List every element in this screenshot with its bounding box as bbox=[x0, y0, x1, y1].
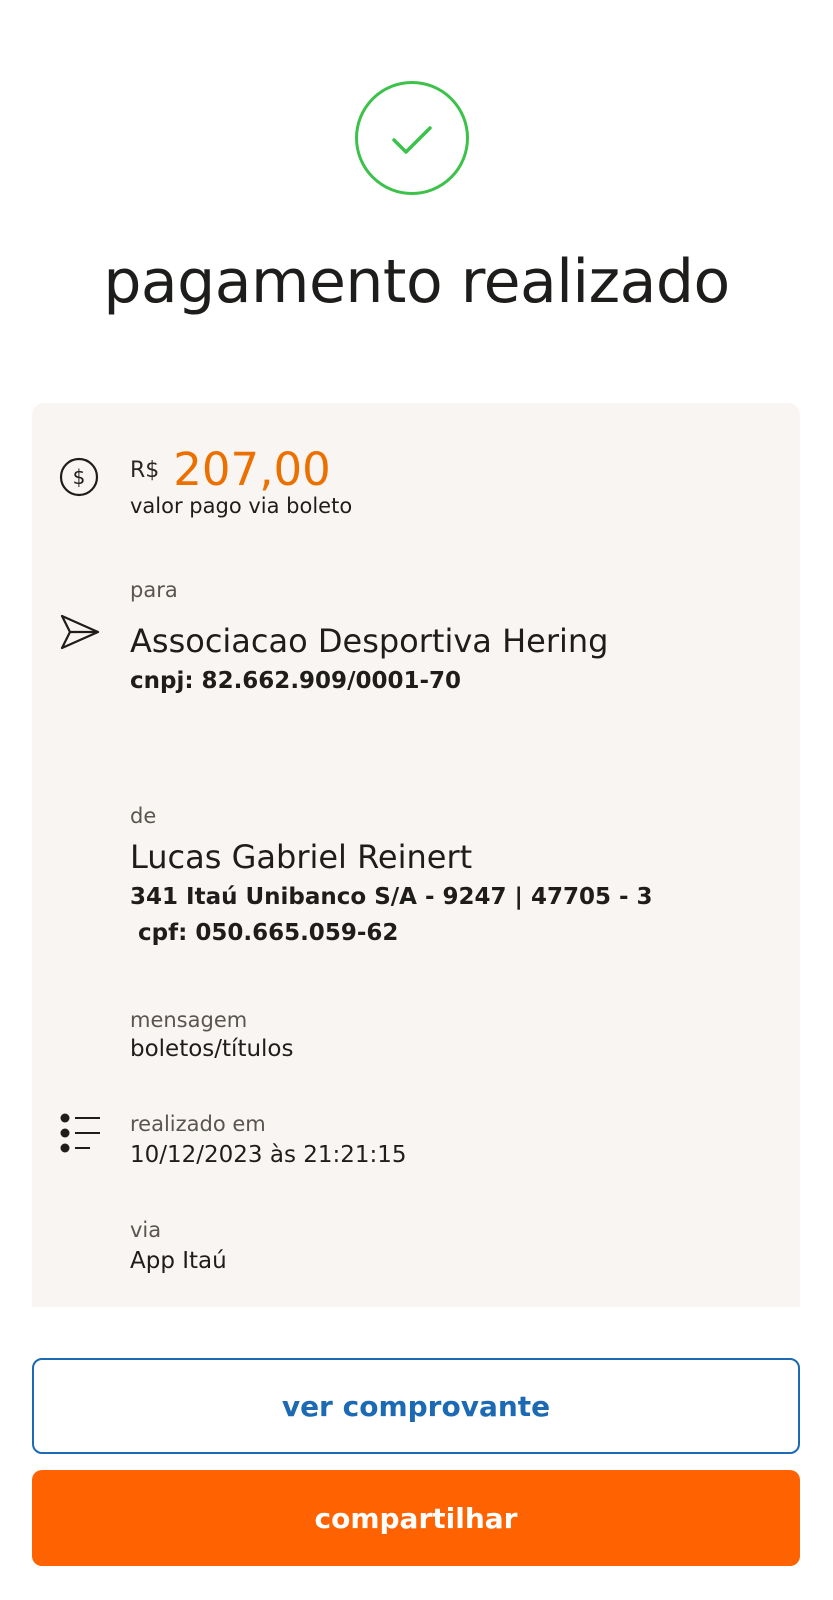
channel-value: App Itaú bbox=[130, 1248, 227, 1274]
payer-label: de bbox=[130, 804, 157, 828]
amount-value: 207,00 bbox=[173, 443, 331, 496]
share-button[interactable]: compartilhar bbox=[32, 1470, 800, 1566]
payment-amount: R$ 207,00 bbox=[130, 444, 331, 496]
check-icon bbox=[392, 126, 432, 154]
list-icon bbox=[60, 1113, 100, 1153]
send-icon bbox=[60, 614, 100, 650]
payer-name: Lucas Gabriel Reinert bbox=[130, 838, 473, 876]
payer-bank-info: 341 Itaú Unibanco S/A - 9247 | 47705 - 3 bbox=[130, 884, 653, 910]
success-check-icon bbox=[355, 81, 469, 195]
date-label: realizado em bbox=[130, 1112, 266, 1136]
recipient-document: cnpj: 82.662.909/0001-70 bbox=[130, 668, 462, 694]
currency-symbol: R$ bbox=[130, 458, 160, 483]
recipient-name: Associacao Desportiva Hering bbox=[130, 622, 609, 660]
message-label: mensagem bbox=[130, 1008, 248, 1032]
payer-document: cpf: 050.665.059-62 bbox=[130, 920, 399, 946]
amount-caption: valor pago via boleto bbox=[130, 494, 353, 518]
channel-label: via bbox=[130, 1218, 162, 1242]
view-receipt-button[interactable]: ver comprovante bbox=[32, 1358, 800, 1454]
svg-text:$: $ bbox=[73, 465, 86, 489]
recipient-label: para bbox=[130, 578, 178, 602]
message-value: boletos/títulos bbox=[130, 1036, 294, 1062]
date-value: 10/12/2023 às 21:21:15 bbox=[130, 1142, 407, 1168]
dollar-icon: $ bbox=[59, 457, 99, 497]
page-title: pagamento realizado bbox=[103, 247, 730, 317]
